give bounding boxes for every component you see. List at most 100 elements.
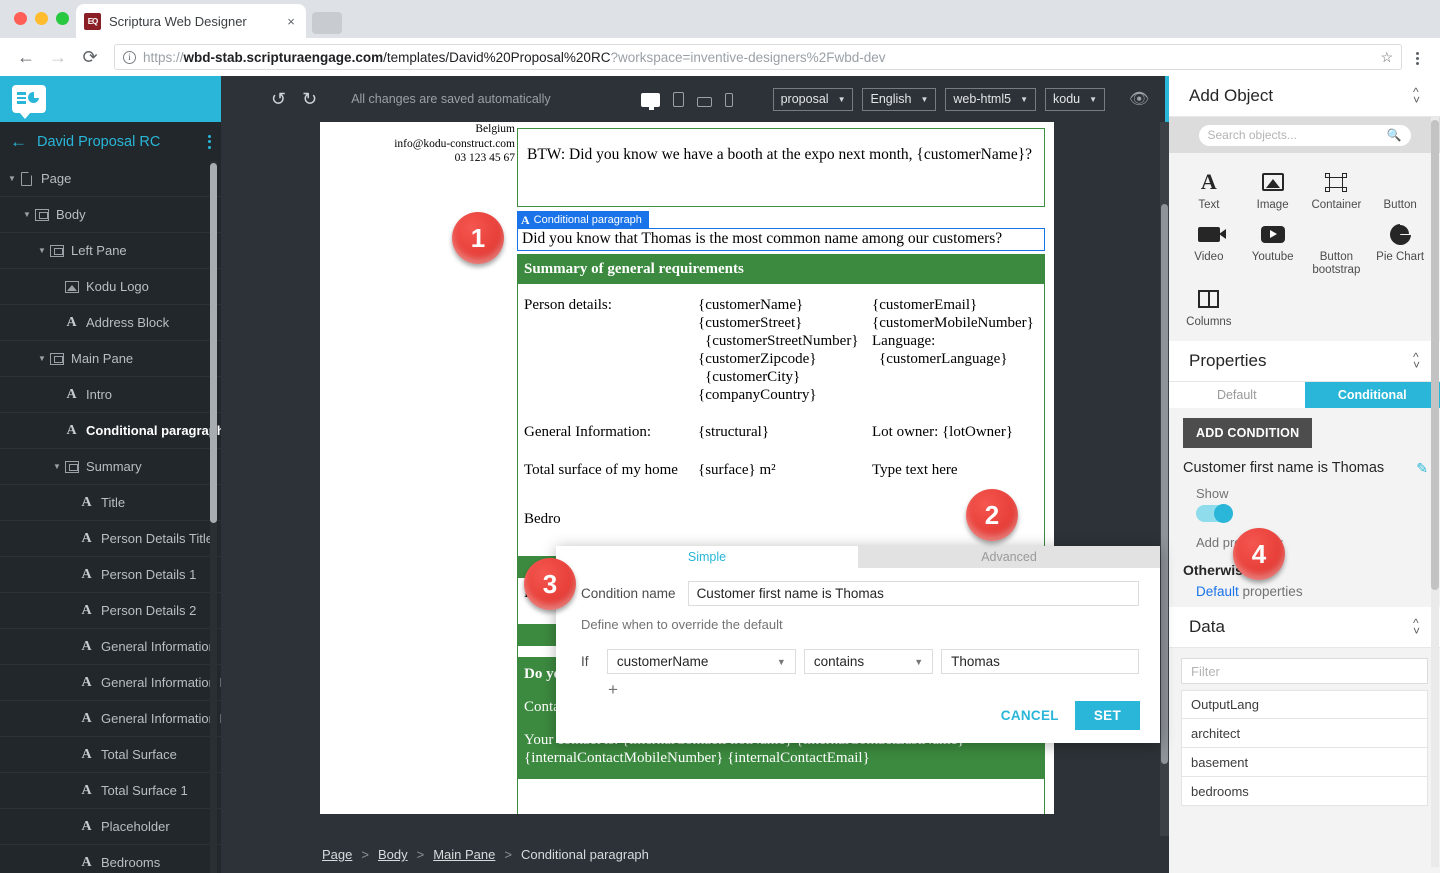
list-item[interactable]: OutputLang [1181, 690, 1428, 719]
add-object-video[interactable]: Video [1177, 217, 1241, 279]
url-input[interactable]: i https://wbd-stab.scripturaengage.com/t… [114, 44, 1402, 70]
chevron-down-icon[interactable]: ▼ [38, 354, 49, 363]
compare-value-input[interactable]: Thomas [941, 649, 1140, 674]
search-input[interactable]: Search objects... 🔍 [1198, 124, 1411, 146]
bookmark-star-icon[interactable]: ☆ [1380, 49, 1393, 66]
sidebar-item-summary[interactable]: ▼ Summary [0, 449, 221, 485]
info-icon[interactable]: i [123, 50, 136, 64]
add-object-pie-chart[interactable]: Pie Chart [1368, 217, 1432, 279]
tablet-icon[interactable] [672, 91, 684, 107]
chevron-down-icon[interactable]: ▼ [8, 174, 19, 183]
modal-tab-advanced[interactable]: Advanced [858, 546, 1160, 568]
redo-icon[interactable]: ↻ [302, 89, 317, 110]
add-condition-row-icon[interactable]: + [581, 680, 1139, 700]
select-dataset[interactable]: kodu ▼ [1045, 87, 1106, 111]
sidebar-item-person-details-title[interactable]: A Person Details Title [0, 521, 221, 557]
sidebar-item-main-pane[interactable]: ▼ Main Pane [0, 341, 221, 377]
sidebar-item-address-block[interactable]: A Address Block [0, 305, 221, 341]
add-object-container[interactable]: Container [1305, 165, 1369, 214]
chevron-down-icon[interactable]: ▼ [53, 462, 64, 471]
sidebar-item-bedrooms[interactable]: A Bedrooms [0, 845, 221, 873]
tablet-landscape-icon[interactable] [696, 96, 712, 107]
default-properties-link[interactable]: Default [1196, 584, 1239, 599]
window-controls[interactable] [14, 12, 69, 25]
element-tree[interactable]: ▼ Page ▼ Body ▼ Left Pane Kodu Logo A Address Bl… [0, 161, 221, 873]
add-object-youtube[interactable]: Youtube [1241, 217, 1305, 279]
browser-tab[interactable]: EQ Scriptura Web Designer × [76, 4, 306, 38]
maximize-window-button[interactable] [56, 12, 69, 25]
back-arrow-icon[interactable]: ← [10, 133, 27, 150]
sidebar-item-general-information-details-1[interactable]: A General Information Details 1 [0, 665, 221, 701]
sidebar-item-body[interactable]: ▼ Body [0, 197, 221, 233]
tab-conditional[interactable]: Conditional [1304, 382, 1440, 408]
sidebar-item-total-surface[interactable]: A Total Surface [0, 737, 221, 773]
sidebar-item-placeholder[interactable]: A Placeholder [0, 809, 221, 845]
pencil-icon[interactable]: ✎ [1416, 460, 1428, 477]
add-object-image[interactable]: Image [1241, 165, 1305, 214]
modal-tab-simple[interactable]: Simple [556, 546, 858, 568]
add-property-dropdown[interactable]: Add property ▼ [1196, 535, 1428, 550]
select-output[interactable]: web-html5 ▼ [945, 87, 1036, 111]
add-object-button[interactable]: Button [1368, 165, 1432, 214]
list-item[interactable]: architect [1181, 719, 1428, 748]
sidebar-item-general-information[interactable]: A General Information [0, 629, 221, 665]
add-object-columns[interactable]: Columns [1177, 282, 1241, 331]
phone-icon[interactable] [724, 92, 733, 107]
template-name: David Proposal RC [37, 133, 161, 150]
conditional-paragraph[interactable]: Did you know that Thomas is the most com… [517, 228, 1045, 251]
search-icon[interactable]: 🔍 [1387, 128, 1402, 142]
sidebar-menu-icon[interactable] [208, 132, 211, 151]
data-filter-input[interactable]: Filter [1181, 658, 1428, 684]
sidebar-item-title[interactable]: A Title [0, 485, 221, 521]
sidebar-item-general-information-details-2[interactable]: A General Information Details 2 [0, 701, 221, 737]
condition-name-input[interactable]: Customer first name is Thomas [687, 581, 1139, 606]
summary-title[interactable]: Summary of general requirements [517, 254, 1045, 284]
close-icon[interactable]: × [284, 14, 298, 29]
intro-paragraph[interactable]: BTW: Did you know we have a booth at the… [517, 128, 1045, 207]
condition-modal[interactable]: Simple Advanced Condition name Customer … [556, 546, 1160, 743]
address-block[interactable]: Belgium info@kodu-construct.com 03 123 4… [329, 122, 515, 166]
tab-default[interactable]: Default [1169, 382, 1305, 408]
minimize-window-button[interactable] [35, 12, 48, 25]
list-item[interactable]: bedrooms [1181, 777, 1428, 806]
new-tab-button[interactable] [312, 12, 342, 34]
undo-icon[interactable]: ↺ [271, 89, 286, 110]
tree-scrollbar-thumb[interactable] [210, 163, 217, 523]
sidebar-item-left-pane[interactable]: ▼ Left Pane [0, 233, 221, 269]
sidebar-item-kodu-logo[interactable]: Kodu Logo [0, 269, 221, 305]
canvas-scrollbar-thumb[interactable] [1161, 204, 1168, 764]
operator-select[interactable]: contains ▼ [803, 649, 934, 674]
chevron-down-icon[interactable]: ▼ [38, 246, 49, 255]
sidebar-item-page[interactable]: ▼ Page [0, 161, 221, 197]
collapse-icon[interactable]: ^ ˅ [1413, 617, 1420, 637]
breadcrumb-item-page[interactable]: Page [322, 847, 352, 862]
sidebar-item-person-details-1[interactable]: A Person Details 1 [0, 557, 221, 593]
right-panel-scrollbar-thumb[interactable] [1431, 120, 1439, 590]
add-object-text[interactable]: A Text [1177, 165, 1241, 214]
sidebar-item-conditional-paragraph[interactable]: A Conditional paragraph [0, 413, 221, 449]
field-select[interactable]: customerName ▼ [606, 649, 796, 674]
preview-eye-icon[interactable]: 👁 [1129, 89, 1149, 109]
back-icon[interactable]: ← [12, 43, 40, 71]
browser-menu-icon[interactable] [1406, 48, 1428, 67]
breadcrumb-item-body[interactable]: Body [378, 847, 408, 862]
add-object-button-bootstrap[interactable]: Button bootstrap [1305, 217, 1369, 279]
set-button[interactable]: SET [1074, 701, 1140, 730]
desktop-icon[interactable] [640, 92, 660, 110]
app-logo[interactable] [0, 76, 221, 122]
show-toggle[interactable] [1196, 504, 1233, 523]
select-language[interactable]: English ▼ [862, 87, 937, 111]
reload-icon[interactable]: ⟳ [76, 43, 104, 71]
add-condition-button[interactable]: ADD CONDITION [1183, 418, 1313, 448]
chevron-down-icon[interactable]: ▼ [23, 210, 34, 219]
breadcrumb-item-main-pane[interactable]: Main Pane [433, 847, 495, 862]
close-window-button[interactable] [14, 12, 27, 25]
collapse-icon[interactable]: ^ ˅ [1413, 86, 1420, 106]
list-item[interactable]: basement [1181, 748, 1428, 777]
sidebar-item-person-details-2[interactable]: A Person Details 2 [0, 593, 221, 629]
cancel-button[interactable]: CANCEL [1001, 708, 1059, 723]
sidebar-item-total-surface-1[interactable]: A Total Surface 1 [0, 773, 221, 809]
select-proposal[interactable]: proposal ▼ [772, 87, 854, 111]
sidebar-item-intro[interactable]: A Intro [0, 377, 221, 413]
collapse-icon[interactable]: ^ ˅ [1413, 351, 1420, 371]
